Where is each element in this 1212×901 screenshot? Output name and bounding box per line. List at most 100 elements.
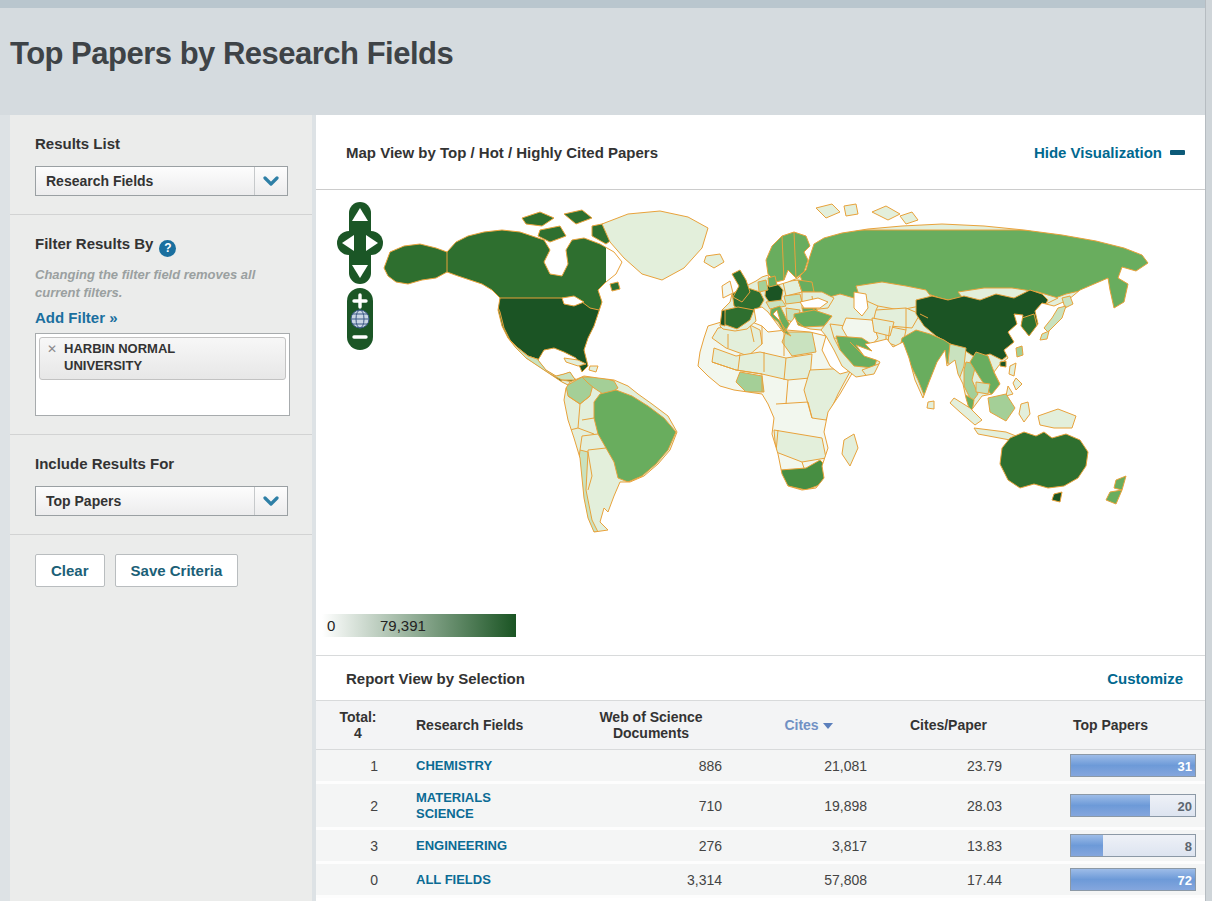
map-country-benelux[interactable]	[758, 280, 768, 292]
map-country-japan[interactable]	[1044, 306, 1066, 332]
cites-paper-value: 13.83	[881, 829, 1016, 863]
field-link[interactable]: CHEMISTRY	[416, 758, 492, 774]
map-country-usa[interactable]	[494, 298, 608, 376]
filter-label: Filter Results By?	[35, 235, 298, 257]
hide-visualization-link[interactable]: Hide Visualization	[1034, 144, 1185, 161]
cites-value: 57,808	[736, 863, 881, 897]
col-research-fields[interactable]: Research Fields	[400, 701, 566, 750]
table-row: 0 ALL FIELDS 3,314 57,808 17.44 72	[316, 863, 1205, 897]
map-country-hainan[interactable]	[1000, 361, 1006, 367]
chevron-down-icon	[254, 167, 287, 195]
minus-icon	[1170, 150, 1185, 155]
row-rank: 1	[316, 750, 400, 783]
map-country-new-zealand-south[interactable]	[1106, 490, 1122, 504]
wos-value: 276	[566, 829, 736, 863]
cites-value: 21,081	[736, 750, 881, 783]
map-country-svalbard[interactable]	[816, 204, 840, 218]
choropleth-map	[316, 190, 1205, 655]
include-results-label: Include Results For	[35, 455, 298, 472]
map-country-czech[interactable]	[784, 294, 802, 304]
map-country-canada-island[interactable]	[564, 210, 592, 224]
report-title: Report View by Selection	[346, 670, 1107, 687]
map-country-taiwan[interactable]	[1016, 346, 1023, 357]
table-row: 1 CHEMISTRY 886 21,081 23.79 31	[316, 750, 1205, 783]
report-table: Total:4 Research Fields Web of Science D…	[316, 700, 1205, 898]
field-link[interactable]: ENGINEERING	[416, 838, 507, 854]
wos-value: 710	[566, 783, 736, 829]
map-country-japan-kyushu[interactable]	[1040, 331, 1049, 340]
map-country-philippines[interactable]	[1009, 363, 1016, 376]
map-country-new-guinea[interactable]	[1038, 409, 1076, 428]
page-title: Top Papers by Research Fields	[10, 36, 1212, 72]
col-total: Total:4	[316, 701, 400, 750]
map-country-newfoundland[interactable]	[610, 282, 620, 291]
map-country-sri-lanka[interactable]	[927, 401, 934, 409]
filter-tag-label: HARBIN NORMAL UNIVERSITY	[64, 341, 224, 375]
top-papers-bar: 8	[1070, 834, 1196, 857]
col-wos-documents[interactable]: Web of Science Documents	[566, 701, 736, 750]
help-icon[interactable]: ?	[159, 240, 176, 257]
map-pan-control[interactable]	[337, 202, 383, 284]
field-link[interactable]: MATERIALS SCIENCE	[416, 790, 536, 821]
results-list-dropdown[interactable]: Research Fields	[35, 166, 288, 196]
row-rank: 3	[316, 829, 400, 863]
chevron-down-icon	[254, 487, 287, 515]
map-country-philippines[interactable]	[1013, 378, 1022, 390]
map-country-borneo[interactable]	[988, 394, 1015, 421]
map-country-sulawesi[interactable]	[1019, 402, 1030, 422]
browser-top-strip	[0, 0, 1212, 8]
row-rank: 0	[316, 863, 400, 897]
map-country-australia[interactable]	[1000, 432, 1088, 488]
legend-max: 79,391	[380, 617, 426, 634]
map-country-hispaniola[interactable]	[589, 366, 598, 372]
cites-value: 19,898	[736, 783, 881, 829]
map-country-canada-island[interactable]	[522, 212, 554, 226]
filter-tag[interactable]: ✕ HARBIN NORMAL UNIVERSITY	[39, 337, 286, 380]
map-country-iceland[interactable]	[704, 254, 724, 268]
filter-box: ✕ HARBIN NORMAL UNIVERSITY	[35, 333, 290, 416]
scrollbar-strip[interactable]	[1205, 0, 1212, 901]
top-papers-bar: 31	[1070, 754, 1196, 777]
map-country-denmark[interactable]	[768, 276, 777, 287]
page-header: Top Papers by Research Fields	[0, 8, 1212, 115]
col-cites-paper[interactable]: Cites/Paper	[881, 701, 1016, 750]
world-map: 0 79,391	[316, 190, 1205, 655]
map-legend: 0 79,391	[322, 614, 516, 637]
map-country-cambodia[interactable]	[976, 382, 990, 394]
map-country-madagascar[interactable]	[842, 434, 858, 466]
sidebar-buttons: Clear Save Criteria	[10, 535, 312, 607]
wos-value: 3,314	[566, 863, 736, 897]
map-country-philippines[interactable]	[1006, 386, 1013, 396]
results-list-label: Results List	[35, 135, 298, 152]
map-country-tasmania[interactable]	[1052, 492, 1062, 502]
legend-min: 0	[327, 617, 335, 634]
caret-down-icon	[823, 723, 833, 729]
cites-value: 3,817	[736, 829, 881, 863]
map-country-novaya-zemlya[interactable]	[872, 206, 900, 220]
include-results-dropdown[interactable]: Top Papers	[35, 486, 288, 516]
save-criteria-button[interactable]: Save Criteria	[115, 554, 239, 587]
cites-paper-value: 28.03	[881, 783, 1016, 829]
include-results-value: Top Papers	[36, 493, 254, 509]
filter-note: Changing the filter field removes all cu…	[35, 266, 270, 302]
table-row: 3 ENGINEERING 276 3,817 13.83 8	[316, 829, 1205, 863]
report-header: Report View by Selection Customize	[316, 655, 1205, 700]
top-papers-bar: 20	[1070, 794, 1196, 817]
table-row: 2 MATERIALS SCIENCE 710 19,898 28.03 20	[316, 783, 1205, 829]
map-country-svalbard[interactable]	[844, 204, 858, 216]
col-top-papers[interactable]: Top Papers	[1016, 701, 1205, 750]
filter-section: Filter Results By? Changing the filter f…	[10, 215, 312, 435]
map-country-novaya-zemlya[interactable]	[900, 212, 918, 224]
wos-value: 886	[566, 750, 736, 783]
top-papers-bar: 72	[1070, 868, 1196, 891]
customize-link[interactable]: Customize	[1107, 670, 1183, 687]
viz-header: Map View by Top / Hot / Highly Cited Pap…	[316, 115, 1205, 190]
remove-filter-icon[interactable]: ✕	[47, 341, 57, 375]
map-zoom-control[interactable]	[347, 288, 373, 350]
add-filter-link[interactable]: Add Filter »	[35, 309, 118, 326]
clear-button[interactable]: Clear	[35, 554, 105, 587]
map-country-new-zealand[interactable]	[1114, 476, 1126, 490]
field-link[interactable]: ALL FIELDS	[416, 872, 491, 888]
sidebar: Results List Research Fields Filter Resu…	[10, 115, 312, 901]
col-cites-sort[interactable]: Cites	[736, 701, 881, 750]
